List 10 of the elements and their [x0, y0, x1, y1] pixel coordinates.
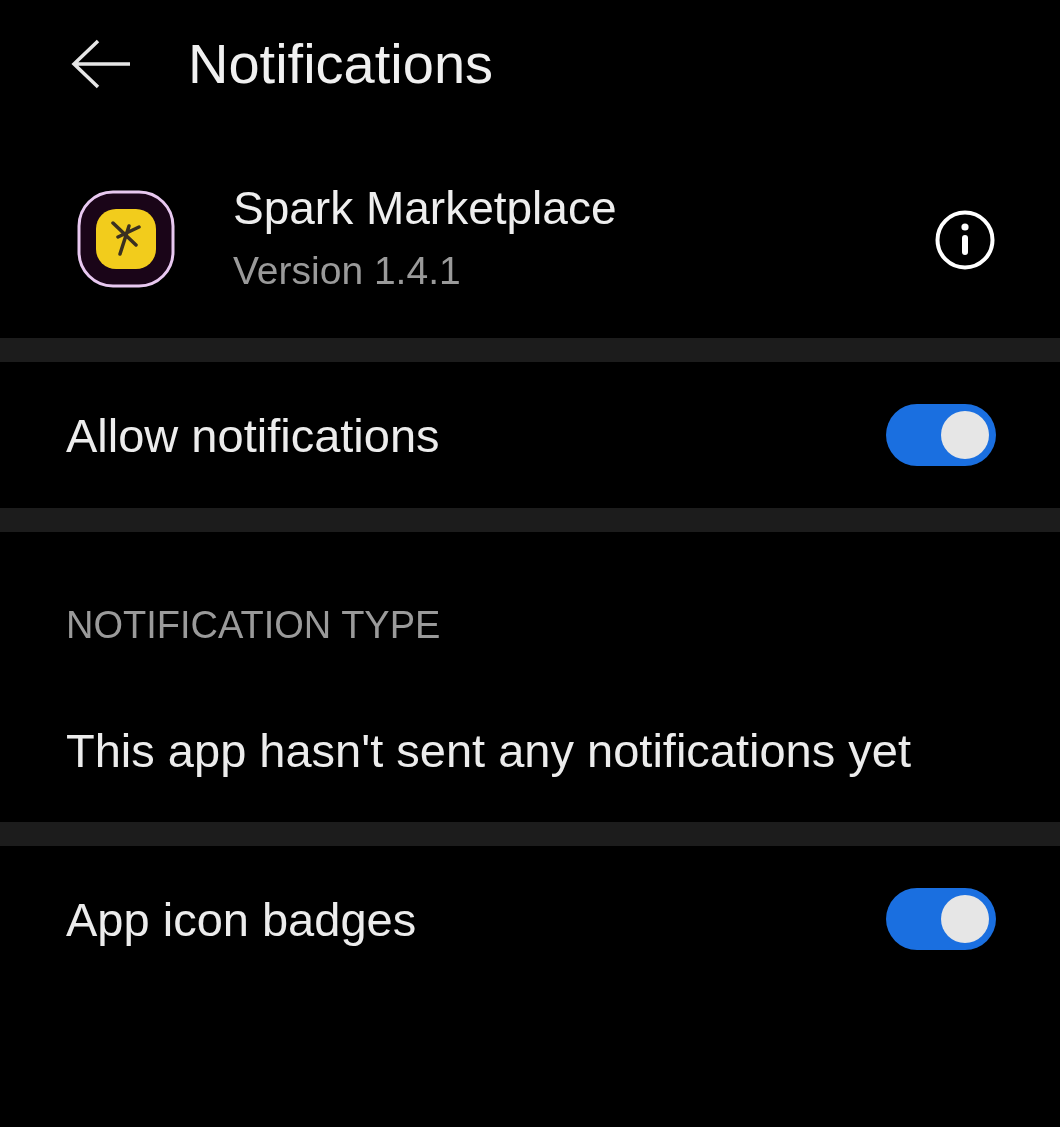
app-version: Version 1.4.1 — [233, 248, 462, 293]
section-heading: NOTIFICATION TYPE — [66, 604, 442, 647]
info-icon[interactable] — [934, 208, 996, 271]
back-icon[interactable] — [70, 38, 132, 89]
setting-label: App icon badges — [66, 891, 417, 947]
app-name: Spark Marketplace — [233, 180, 618, 235]
setting-label: Allow notifications — [66, 407, 440, 463]
empty-message: This app hasn't sent any notifications yet — [66, 723, 912, 778]
page-title: Notifications — [188, 31, 494, 96]
app-icon — [77, 189, 175, 288]
